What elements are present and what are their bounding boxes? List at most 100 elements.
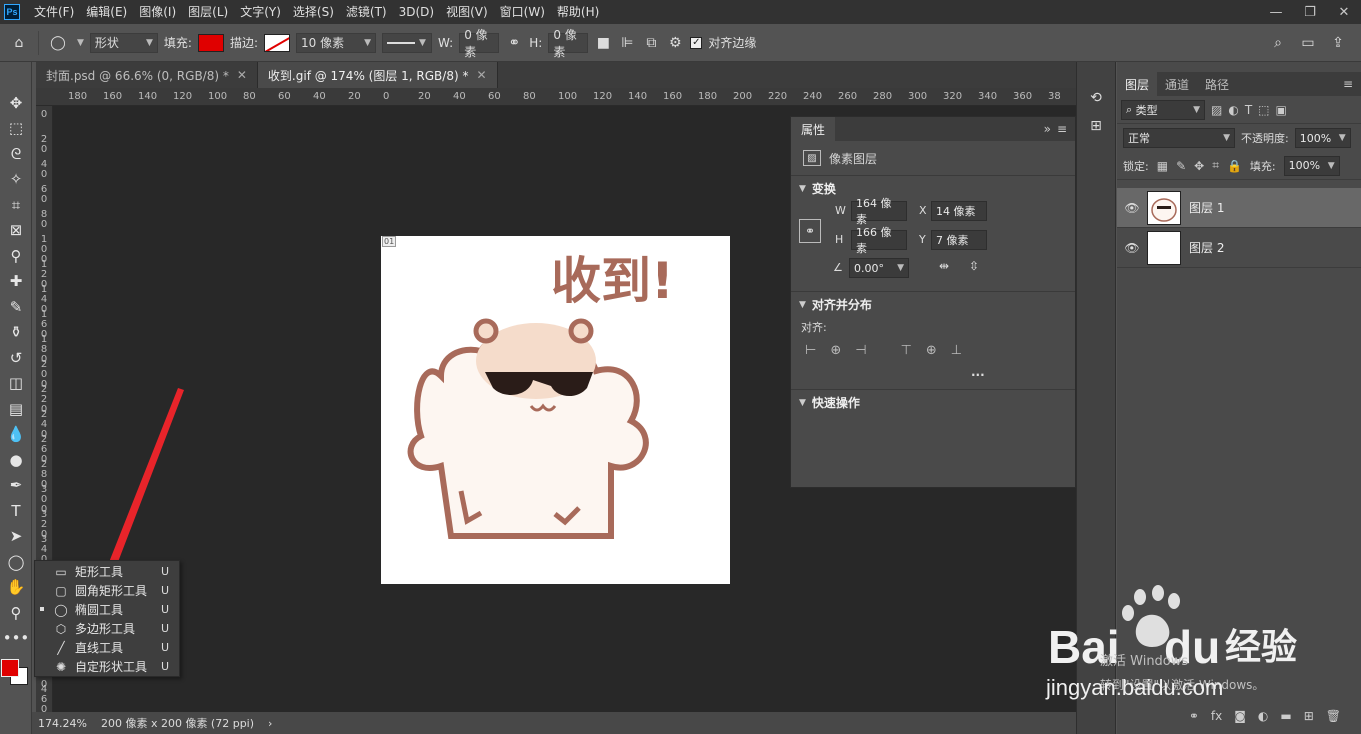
tab-layers[interactable]: 图层 xyxy=(1117,72,1158,96)
tab-cover-psd[interactable]: 封面.psd @ 66.6% (0, RGB/8) * ✕ xyxy=(36,62,258,88)
tab-received-gif[interactable]: 收到.gif @ 174% (图层 1, RGB/8) * ✕ xyxy=(257,62,498,88)
move-tool-icon[interactable]: ✥ xyxy=(0,90,32,116)
panel-menu-icon[interactable]: ≡ xyxy=(1343,77,1361,91)
crop-tool-icon[interactable]: ⌗ xyxy=(0,192,32,218)
filter-pixel-icon[interactable]: ▨ xyxy=(1211,103,1222,117)
delete-layer-icon[interactable]: 🗑 xyxy=(1326,709,1341,723)
hand-tool-icon[interactable]: ✋ xyxy=(0,575,32,601)
eyedropper-tool-icon[interactable]: ⚲ xyxy=(0,243,32,269)
adjustment-layer-icon[interactable]: ◐ xyxy=(1258,709,1268,723)
align-right-icon[interactable]: ⊣ xyxy=(855,343,866,358)
flyout-item-line[interactable]: ╱ 直线工具 U xyxy=(35,638,179,657)
align-bottom-icon[interactable]: ⊥ xyxy=(951,343,962,358)
flyout-item-polygon[interactable]: ⬡ 多边形工具 U xyxy=(35,619,179,638)
restore-icon[interactable]: ❐ xyxy=(1293,0,1327,24)
filter-smart-object-icon[interactable]: ▣ xyxy=(1276,103,1287,117)
tab-channels[interactable]: 通道 xyxy=(1157,72,1197,96)
path-alignment-icon[interactable]: ⊫ xyxy=(618,34,636,52)
blur-tool-icon[interactable]: 💧 xyxy=(0,422,32,448)
flip-vertical-icon[interactable]: ⇳ xyxy=(969,259,979,273)
ellipse-tool-icon[interactable]: ◯ xyxy=(0,549,32,575)
brush-tool-icon[interactable]: ✎ xyxy=(0,294,32,320)
visibility-eye-icon[interactable]: 👁 xyxy=(1117,241,1147,255)
align-edges-checkbox[interactable]: ✓ xyxy=(690,36,703,49)
stroke-type-select[interactable]: ▼ xyxy=(382,32,433,53)
menu-layer[interactable]: 图层(L) xyxy=(182,0,234,24)
x-field[interactable]: 14 像素 xyxy=(931,201,987,221)
clone-stamp-tool-icon[interactable]: ⚱ xyxy=(0,320,32,346)
visibility-eye-icon[interactable]: 👁 xyxy=(1117,201,1147,215)
align-middle-v-icon[interactable]: ⊕ xyxy=(926,343,937,358)
menu-window[interactable]: 窗口(W) xyxy=(494,0,551,24)
link-dimensions-icon[interactable]: ⚭ xyxy=(799,219,821,243)
gradient-tool-icon[interactable]: ▤ xyxy=(0,396,32,422)
healing-brush-tool-icon[interactable]: ✚ xyxy=(0,269,32,295)
menu-view[interactable]: 视图(V) xyxy=(440,0,494,24)
menu-type[interactable]: 文字(Y) xyxy=(234,0,287,24)
height-field[interactable]: 166 像素 xyxy=(851,226,907,255)
y-field[interactable]: 7 像素 xyxy=(931,230,987,250)
close-tab-icon[interactable]: ✕ xyxy=(237,68,247,82)
close-tab-icon[interactable]: ✕ xyxy=(476,68,486,82)
path-arrangement-icon[interactable]: ⧉ xyxy=(642,34,660,52)
path-operations-icon[interactable]: ■ xyxy=(594,34,612,52)
shape-height-field[interactable]: 0 像素 xyxy=(548,28,589,59)
align-section-header[interactable]: ▼ 对齐并分布 xyxy=(791,291,1075,317)
minimize-icon[interactable]: — xyxy=(1259,0,1293,24)
close-icon[interactable]: ✕ xyxy=(1327,0,1361,24)
dodge-tool-icon[interactable]: ● xyxy=(0,447,32,473)
tab-paths[interactable]: 路径 xyxy=(1197,72,1237,96)
panel-menu-icon[interactable]: ≡ xyxy=(1057,122,1075,136)
menu-filter[interactable]: 滤镜(T) xyxy=(340,0,393,24)
menu-select[interactable]: 选择(S) xyxy=(287,0,340,24)
share-icon[interactable]: ⇪ xyxy=(1329,34,1347,52)
link-icon[interactable]: ⚭ xyxy=(505,34,523,52)
marquee-tool-icon[interactable]: ⬚ xyxy=(0,116,32,142)
path-selection-tool-icon[interactable]: ➤ xyxy=(0,524,32,550)
history-brush-tool-icon[interactable]: ↺ xyxy=(0,345,32,371)
lasso-tool-icon[interactable]: ᘓ xyxy=(0,141,32,167)
properties-panel-icon[interactable]: ⊞ xyxy=(1077,112,1115,140)
more-tools-icon[interactable]: ••• xyxy=(0,626,32,652)
chevron-down-icon[interactable]: ▼ xyxy=(77,38,84,48)
new-layer-icon[interactable]: ⊞ xyxy=(1304,709,1314,723)
fill-field[interactable]: 100% ▼ xyxy=(1283,155,1340,176)
link-layers-icon[interactable]: ⚭ xyxy=(1189,709,1199,723)
new-group-icon[interactable]: ▬ xyxy=(1280,709,1291,723)
eraser-tool-icon[interactable]: ◫ xyxy=(0,371,32,397)
filter-adjustment-icon[interactable]: ◐ xyxy=(1228,103,1238,117)
type-tool-icon[interactable]: T xyxy=(0,498,32,524)
flyout-item-rectangle[interactable]: ▭ 矩形工具 U xyxy=(35,562,179,581)
layer-row-2[interactable]: 👁 图层 2 xyxy=(1117,228,1361,268)
blend-mode-select[interactable]: 正常 ▼ xyxy=(1123,128,1235,148)
status-menu-chevron-icon[interactable]: › xyxy=(268,717,272,730)
search-icon[interactable]: ⌕ xyxy=(1269,34,1287,52)
add-mask-icon[interactable]: ◙ xyxy=(1234,709,1246,723)
frame-tool-icon[interactable]: ⊠ xyxy=(0,218,32,244)
opacity-field[interactable]: 100% ▼ xyxy=(1294,128,1351,148)
workspace-icon[interactable]: ▭ xyxy=(1299,34,1317,52)
menu-help[interactable]: 帮助(H) xyxy=(551,0,605,24)
filter-type-icon[interactable]: T xyxy=(1245,103,1252,117)
more-options-icon[interactable]: ... xyxy=(971,365,985,379)
lock-pixels-icon[interactable]: ✎ xyxy=(1176,159,1186,173)
collapse-panel-icon[interactable]: » xyxy=(1044,122,1057,136)
flyout-item-ellipse[interactable]: ◯ 椭圆工具 U xyxy=(35,600,179,619)
filter-shape-icon[interactable]: ⬚ xyxy=(1258,103,1269,117)
lock-position-icon[interactable]: ✥ xyxy=(1194,159,1204,173)
menu-image[interactable]: 图像(I) xyxy=(133,0,182,24)
layer-row-1[interactable]: 👁 图层 1 xyxy=(1117,188,1361,228)
flip-horizontal-icon[interactable]: ⇹ xyxy=(939,259,949,273)
lock-transparency-icon[interactable]: ▦ xyxy=(1157,159,1168,173)
width-field[interactable]: 164 像素 xyxy=(851,197,907,226)
lock-all-icon[interactable]: 🔒 xyxy=(1227,159,1242,173)
foreground-color-swatch[interactable] xyxy=(1,659,19,677)
menu-3d[interactable]: 3D(D) xyxy=(393,0,440,24)
menu-edit[interactable]: 编辑(E) xyxy=(80,0,133,24)
magic-wand-tool-icon[interactable]: ✧ xyxy=(0,167,32,193)
fill-color-swatch[interactable] xyxy=(197,33,224,52)
transform-section-header[interactable]: ▼ 变换 xyxy=(791,175,1075,201)
shape-width-field[interactable]: 0 像素 xyxy=(459,28,500,59)
layer-style-fx-icon[interactable]: fx xyxy=(1211,709,1222,723)
angle-field[interactable]: 0.00° ▼ xyxy=(849,258,909,278)
